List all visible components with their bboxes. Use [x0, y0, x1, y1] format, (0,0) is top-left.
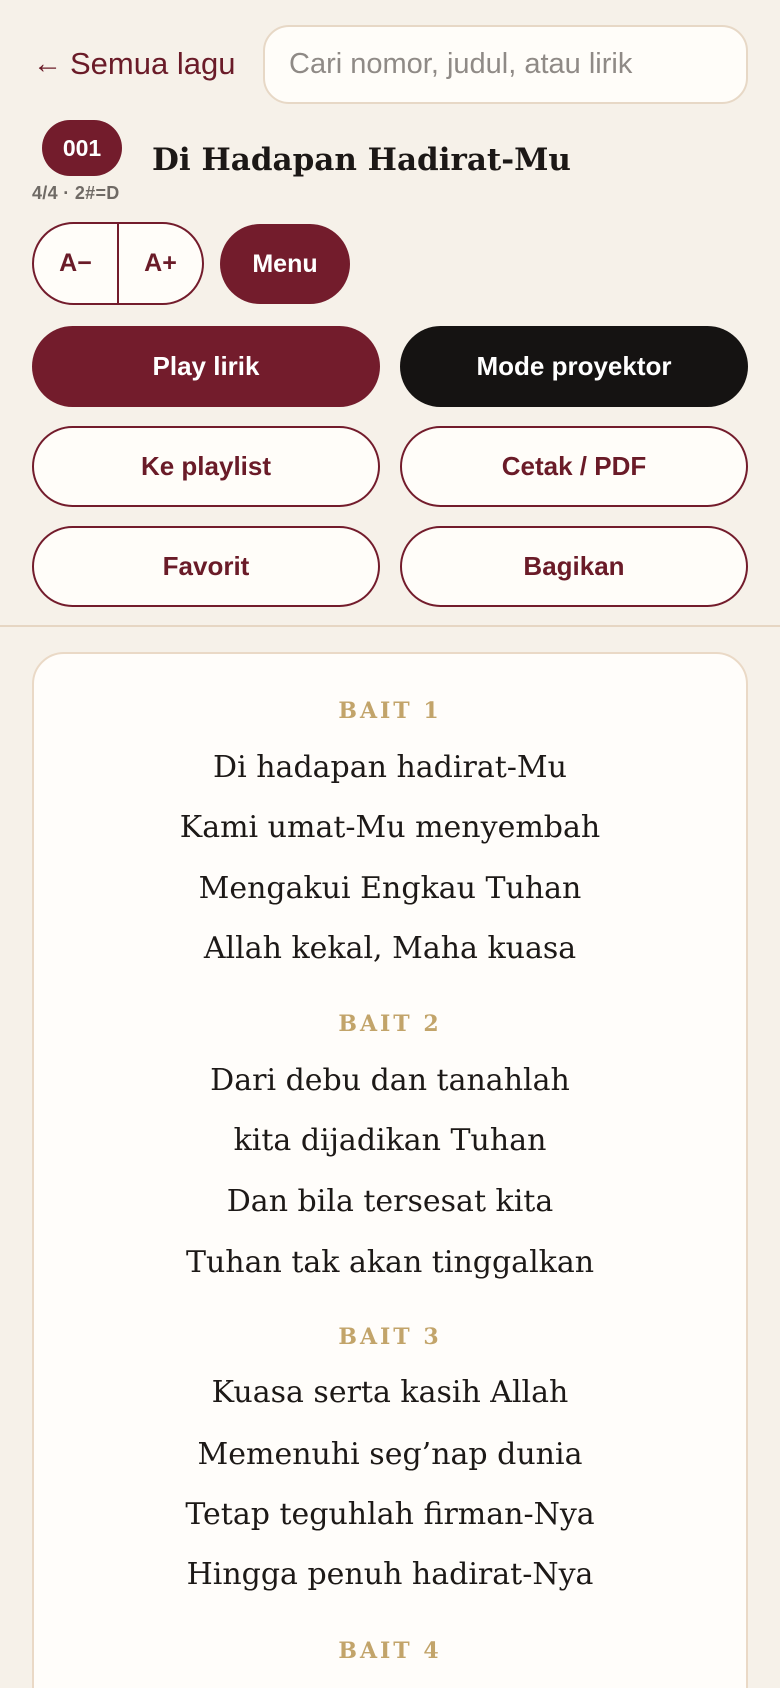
search-input[interactable] [263, 25, 748, 104]
lyric-line: Dari debu dan tanahlah [210, 1063, 570, 1098]
decrease-font-button[interactable]: A− [34, 224, 119, 303]
verse-label: BAIT 1 [338, 698, 442, 724]
verse-label: BAIT 2 [338, 1011, 442, 1037]
lyric-line: Allah kekal, Maha kuasa [203, 931, 577, 966]
lyrics-card: BAIT 1 Di hadapan hadirat-Mu Kami umat-M… [32, 652, 748, 1688]
back-to-all-songs-link[interactable]: ← Semua lagu [33, 42, 235, 86]
print-pdf-button[interactable]: Cetak / PDF [400, 426, 748, 507]
verse-label: BAIT 4 [338, 1638, 442, 1664]
menu-button[interactable]: Menu [220, 224, 350, 304]
back-link-label: Semua lagu [70, 46, 236, 81]
back-arrow-icon: ← [33, 47, 62, 80]
lyric-line: kita dijadikan Tuhan [233, 1123, 547, 1158]
add-to-playlist-button[interactable]: Ke playlist [32, 426, 380, 507]
lyric-line: Tetap teguhlah firman-Nya [185, 1497, 595, 1532]
lyric-line: Dan bila tersesat kita [226, 1184, 554, 1219]
font-size-controls: A− A+ [32, 222, 204, 305]
top-bar: ← Semua lagu [0, 0, 780, 110]
lyric-line: Di hadapan hadirat-Mu [213, 750, 567, 785]
lyric-line: Memenuhi seg’nap dunia [197, 1437, 583, 1472]
section-divider [0, 625, 780, 627]
increase-font-button[interactable]: A+ [119, 224, 202, 303]
lyric-line: Kami umat-Mu menyembah [179, 810, 601, 845]
verse-label: BAIT 3 [338, 1324, 442, 1350]
song-number-badge: 001 [42, 120, 122, 176]
play-lyrics-button[interactable]: Play lirik [32, 326, 380, 407]
share-button[interactable]: Bagikan [400, 526, 748, 607]
lyric-line: Kuasa serta kasih Allah [211, 1375, 569, 1410]
song-title: Di Hadapan Hadirat-Mu [152, 142, 571, 178]
lyric-line: Hingga penuh hadirat-Nya [186, 1557, 594, 1592]
song-meta: 4/4 · 2#=D [32, 183, 120, 203]
lyric-line: Mengakui Engkau Tuhan [198, 871, 582, 906]
projector-mode-button[interactable]: Mode proyektor [400, 326, 748, 407]
lyric-line: Tuhan tak akan tinggalkan [185, 1245, 595, 1280]
favorite-button[interactable]: Favorit [32, 526, 380, 607]
